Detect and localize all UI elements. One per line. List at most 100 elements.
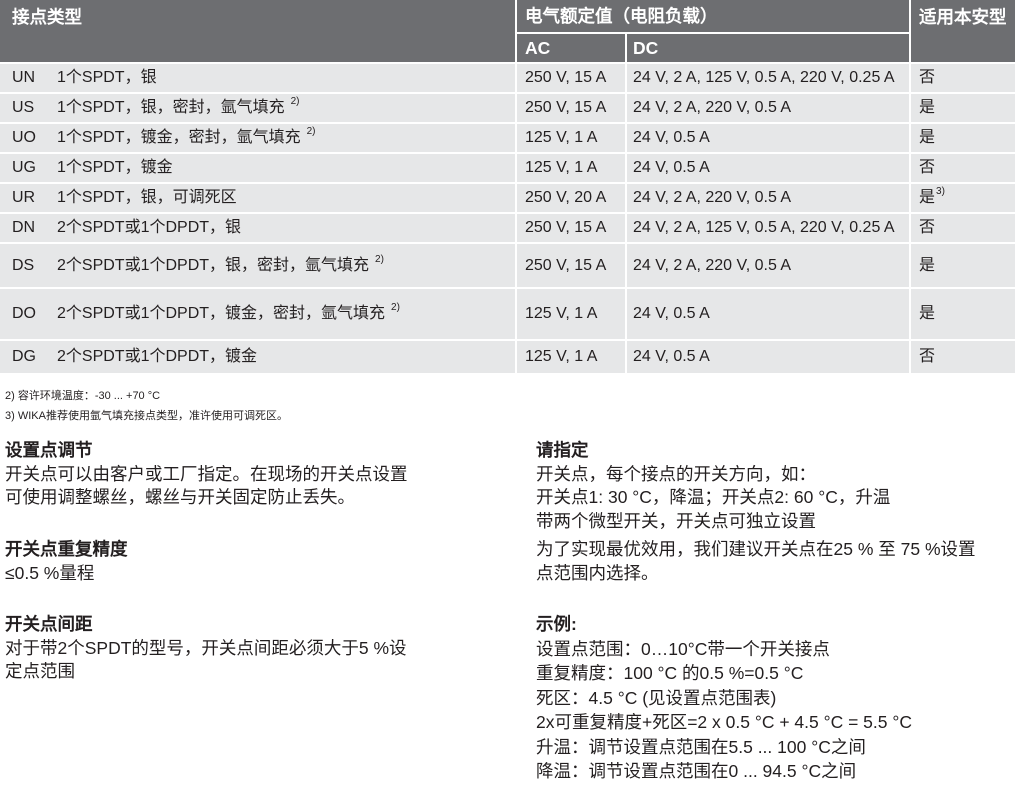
header-dc: DC — [627, 34, 909, 62]
ac-rating: 250 V, 15 A — [517, 244, 625, 287]
section-text-line: 死区：4.5 °C (见设置点范围表) — [536, 687, 777, 708]
dc-rating: 24 V, 0.5 A — [627, 154, 909, 182]
ac-rating: 125 V, 1 A — [517, 289, 625, 339]
section-please-specify: 请指定 开关点，每个接点的开关方向，如： 开关点1: 30 °C，降温；开关点2… — [536, 439, 890, 533]
ac-rating: 250 V, 15 A — [517, 94, 625, 122]
section-text-line: 定点范围 — [5, 661, 75, 681]
contact-type-cell: UN 1个SPDT，银 — [0, 64, 515, 92]
intrinsic-safety-value: 是 — [919, 99, 936, 116]
section-heading: 请指定 — [536, 440, 589, 460]
dc-rating: 24 V, 2 A, 220 V, 0.5 A — [627, 184, 909, 212]
contact-description: 1个SPDT，银，密封，氩气填充 — [57, 99, 285, 116]
intrinsic-safety-value: 是 — [919, 305, 936, 322]
section-text-line: 重复精度：100 °C 的0.5 %=0.5 °C — [536, 663, 804, 683]
contact-description: 2个SPDT或1个DPDT，银 — [57, 219, 242, 236]
ac-rating: 125 V, 1 A — [517, 154, 625, 182]
contact-type-cell: DN 2个SPDT或1个DPDT，银 — [0, 214, 515, 242]
section-text-line: 带两个微型开关，开关点可独立设置 — [536, 510, 816, 531]
footnote-ref: 2) — [375, 253, 384, 265]
section-text-line: 升温：调节设置点范围在5.5 ... 100 °C之间 — [536, 736, 866, 757]
contact-type-cell: US 1个SPDT，银，密封，氩气填充 2) — [0, 94, 515, 122]
intrinsic-safety-cell: 是 — [911, 244, 1015, 287]
section-recommendation: 为了实现最优效用，我们建议开关点在25 % 至 75 %设置 点范围内选择。 — [536, 538, 976, 585]
section-text-line: 设置点范围：0…10°C带一个开关接点 — [536, 638, 830, 659]
section-text-line: 开关点可以由客户或工厂指定。在现场的开关点设置 — [5, 463, 408, 484]
section-setpoint-adjustment: 设置点调节 开关点可以由客户或工厂指定。在现场的开关点设置 可使用调整螺丝，螺丝… — [5, 439, 408, 510]
section-heading: 开关点重复精度 — [5, 539, 128, 559]
contact-description: 2个SPDT或1个DPDT，镀金，密封，氩气填充 — [57, 305, 386, 322]
contact-code: UR — [12, 189, 36, 206]
header-intrinsic-safety: 适用本安型 — [911, 0, 1015, 62]
dc-rating: 24 V, 0.5 A — [627, 124, 909, 152]
dc-rating: 24 V, 2 A, 220 V, 0.5 A — [627, 94, 909, 122]
contact-code: UG — [12, 159, 36, 176]
contact-description: 1个SPDT，银 — [57, 69, 157, 86]
header-contact-type: 接点类型 — [0, 0, 515, 62]
intrinsic-safety-value: 否 — [919, 348, 936, 365]
dc-rating: 24 V, 0.5 A — [627, 289, 909, 339]
contact-description: 1个SPDT，镀金，密封，氩气填充 — [57, 129, 301, 146]
section-switch-point-spacing: 开关点间距 对于带2个SPDT的型号，开关点间距必须大于5 %设 定点范围 — [5, 613, 407, 684]
ac-rating: 250 V, 15 A — [517, 214, 625, 242]
section-heading: 开关点间距 — [5, 614, 93, 634]
ac-rating: 250 V, 15 A — [517, 64, 625, 92]
table-footnotes: 2) 容许环境温度：-30 ... +70 °C 3) WIKA推荐使用氩气填充… — [5, 386, 288, 426]
intrinsic-safety-cell: 否 — [911, 214, 1015, 242]
contact-code: UN — [12, 69, 36, 86]
intrinsic-safety-value: 是 — [919, 256, 936, 274]
contact-type-cell: DG 2个SPDT或1个DPDT，镀金 — [0, 341, 515, 373]
footnote: 2) 容许环境温度：-30 ... +70 °C — [5, 390, 161, 402]
contact-type-cell: UR 1个SPDT，银，可调死区 — [0, 184, 515, 212]
contact-code: DO — [12, 305, 36, 322]
contact-type-cell: UO 1个SPDT，镀金，密封，氩气填充 2) — [0, 124, 515, 152]
footnote-ref: 2) — [391, 302, 400, 313]
section-text-line: 为了实现最优效用，我们建议开关点在25 % 至 75 %设置 — [536, 539, 976, 559]
intrinsic-safety-cell: 否 — [911, 64, 1015, 92]
section-heading: 示例: — [536, 614, 577, 634]
dc-rating: 24 V, 2 A, 220 V, 0.5 A — [627, 244, 909, 287]
section-text-line: 降温：调节设置点范围在0 ... 94.5 °C之间 — [536, 761, 857, 781]
contact-type-cell: UG 1个SPDT，镀金 — [0, 154, 515, 182]
contact-type-cell: DS 2个SPDT或1个DPDT，银，密封，氩气填充 2) — [0, 244, 515, 287]
section-heading: 设置点调节 — [5, 440, 93, 460]
footnote-ref: 2) — [290, 96, 300, 107]
header-electrical-rating: 电气额定值（电阻负载） — [517, 0, 909, 32]
dc-rating: 24 V, 2 A, 125 V, 0.5 A, 220 V, 0.25 A — [627, 64, 909, 92]
dc-rating: 24 V, 2 A, 125 V, 0.5 A, 220 V, 0.25 A — [627, 214, 909, 242]
section-text-line: 可使用调整螺丝，螺丝与开关固定防止丢失。 — [5, 487, 355, 507]
contact-code: DG — [12, 348, 36, 365]
intrinsic-safety-value: 是 — [919, 129, 936, 146]
footnote: 3) WIKA推荐使用氩气填充接点类型，准许使用可调死区。 — [5, 410, 288, 422]
footnote-ref: 2) — [306, 126, 316, 137]
contact-code: US — [12, 99, 35, 116]
intrinsic-safety-cell: 是 — [911, 94, 1015, 122]
section-example: 示例: 设置点范围：0…10°C带一个开关接点 重复精度：100 °C 的0.5… — [536, 612, 912, 784]
contact-type-cell: DO 2个SPDT或1个DPDT，镀金，密封，氩气填充 2) — [0, 289, 515, 339]
section-text-line: 开关点1: 30 °C，降温；开关点2: 60 °C，升温 — [536, 487, 891, 507]
section-text-line: 对于带2个SPDT的型号，开关点间距必须大于5 %设 — [5, 637, 407, 658]
dc-rating: 24 V, 0.5 A — [627, 341, 909, 373]
footnote-ref: 3) — [936, 186, 945, 197]
intrinsic-safety-value: 否 — [919, 159, 936, 176]
intrinsic-safety-cell: 否 — [911, 341, 1015, 373]
section-text-line: 2x可重复精度+死区=2 x 0.5 °C + 4.5 °C = 5.5 °C — [536, 712, 912, 732]
intrinsic-safety-value: 是 — [919, 189, 936, 206]
ac-rating: 125 V, 1 A — [517, 124, 625, 152]
section-text-line: 点范围内选择。 — [536, 562, 659, 583]
intrinsic-safety-cell: 否 — [911, 154, 1015, 182]
ac-rating: 125 V, 1 A — [517, 341, 625, 373]
header-ac: AC — [517, 34, 625, 62]
intrinsic-safety-cell: 是 — [911, 124, 1015, 152]
intrinsic-safety-cell: 是 — [911, 289, 1015, 339]
contact-type-table: 接点类型 电气额定值（电阻负载） 适用本安型 AC DC UN 1个SPDT，银… — [0, 0, 1015, 373]
contact-description: 1个SPDT，银，可调死区 — [57, 189, 237, 206]
intrinsic-safety-value: 否 — [919, 219, 936, 236]
section-text-line: ≤0.5 %量程 — [5, 562, 95, 583]
contact-code: UO — [12, 129, 36, 146]
ac-rating: 250 V, 20 A — [517, 184, 625, 212]
contact-code: DS — [12, 256, 35, 274]
intrinsic-safety-cell: 是 3) — [911, 184, 1015, 212]
contact-code: DN — [12, 219, 36, 236]
contact-description: 1个SPDT，镀金 — [57, 159, 173, 176]
intrinsic-safety-value: 否 — [919, 69, 936, 86]
